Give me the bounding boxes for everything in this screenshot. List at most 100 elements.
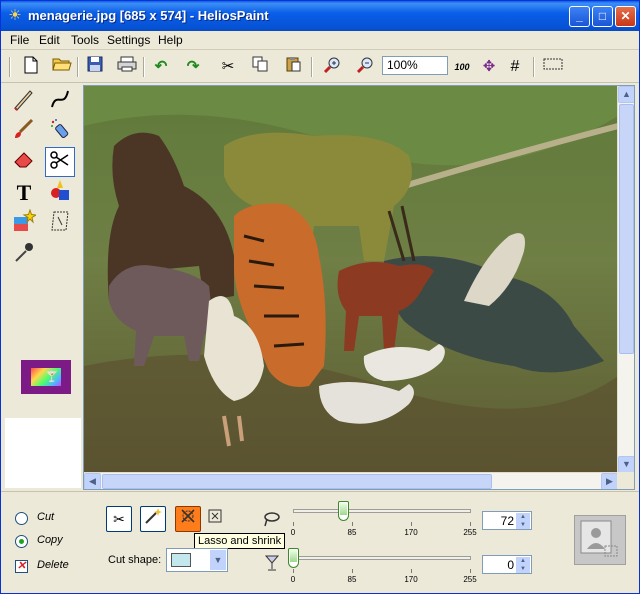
smoothing-value: 0 xyxy=(507,558,514,572)
fit-icon[interactable]: ✥ xyxy=(478,56,500,78)
menu-tools[interactable]: Tools xyxy=(71,33,99,47)
toolbar-separator xyxy=(77,57,79,77)
curve-icon[interactable] xyxy=(45,87,75,117)
spin-up-icon[interactable]: ▲ xyxy=(516,557,530,565)
smoothing-slider-thumb[interactable] xyxy=(288,548,299,568)
lasso-tolerance-icon xyxy=(263,510,281,528)
tick-label: 85 xyxy=(347,575,357,584)
tick-label: 255 xyxy=(463,575,477,584)
zoom-out-icon[interactable] xyxy=(354,56,376,78)
scroll-corner xyxy=(617,472,634,489)
image-canvas[interactable] xyxy=(84,86,618,473)
pencil-icon[interactable] xyxy=(9,87,39,117)
smoothing-spinner[interactable]: 0 ▲ ▼ xyxy=(482,555,532,574)
selection-rect-icon[interactable] xyxy=(542,56,564,78)
magic-wand-mode-button[interactable] xyxy=(140,506,166,532)
toolbar-grip xyxy=(9,57,11,77)
canvas-frame: ▲ ▼ ◀ ▶ xyxy=(83,85,635,490)
threshold-spinner[interactable]: 72 ▲ ▼ xyxy=(482,511,532,530)
text-icon[interactable]: T xyxy=(9,178,39,208)
delete-checkbox[interactable]: ✕ xyxy=(15,560,28,573)
scroll-down-icon[interactable]: ▼ xyxy=(618,456,634,473)
chevron-down-icon[interactable]: ▼ xyxy=(210,550,226,570)
scissors-mode-button[interactable]: ✂ xyxy=(106,506,132,532)
scroll-up-icon[interactable]: ▲ xyxy=(618,86,634,103)
opacity-glass-icon xyxy=(263,554,281,572)
color-picker-icon[interactable] xyxy=(9,240,39,270)
expand-selection-icon[interactable] xyxy=(204,506,226,532)
cut-shape-dropdown[interactable]: ▼ xyxy=(166,548,228,572)
toolbar: ↶ ↷ ✂ 100 ✥ # xyxy=(1,51,639,83)
toolbar-separator xyxy=(533,57,535,77)
cut-shape-swatch xyxy=(171,553,191,567)
copy-icon[interactable] xyxy=(249,56,271,78)
grid-icon[interactable]: # xyxy=(504,56,526,78)
tooltip: Lasso and shrink xyxy=(194,533,286,549)
menagerie-photo xyxy=(84,86,618,473)
vertical-scrollbar[interactable]: ▲ ▼ xyxy=(617,86,634,473)
selection-preview xyxy=(574,515,626,565)
delete-label: Delete xyxy=(37,559,69,571)
tick xyxy=(470,522,471,526)
scroll-right-icon[interactable]: ▶ xyxy=(601,473,618,489)
menu-file[interactable]: File xyxy=(10,33,29,47)
lasso-shrink-mode-button[interactable] xyxy=(175,506,201,532)
tick xyxy=(352,569,353,573)
title-bar[interactable]: ☀ menagerie.jpg [685 x 574] - HeliosPain… xyxy=(1,1,639,31)
smoothing-slider-track[interactable] xyxy=(293,556,471,560)
gradient-preview: 🍸 xyxy=(31,368,61,386)
horizontal-scrollbar[interactable]: ◀ ▶ xyxy=(84,472,618,489)
close-button[interactable]: ✕ xyxy=(615,6,636,27)
toolbar-separator xyxy=(143,57,145,77)
eraser-icon[interactable] xyxy=(9,147,39,177)
cut-icon[interactable]: ✂ xyxy=(217,56,239,78)
spin-down-icon[interactable]: ▼ xyxy=(516,521,530,529)
tool-options-panel: Cut Copy ✕ Delete ✂ 0 85 170 255 72 ▲ ▼ … xyxy=(1,491,639,593)
tick-label: 170 xyxy=(404,528,418,537)
transform-icon[interactable] xyxy=(45,209,75,239)
cut-radio[interactable] xyxy=(15,512,28,525)
copy-radio[interactable] xyxy=(15,535,28,548)
tick xyxy=(293,522,294,526)
scroll-left-icon[interactable]: ◀ xyxy=(84,473,101,489)
menu-settings[interactable]: Settings xyxy=(107,33,150,47)
copy-label: Copy xyxy=(37,534,63,546)
spin-down-icon[interactable]: ▼ xyxy=(516,565,530,573)
vertical-scroll-thumb[interactable] xyxy=(619,104,634,354)
shapes-icon[interactable] xyxy=(45,178,75,208)
app-sun-icon: ☀ xyxy=(8,7,22,24)
brush-icon[interactable] xyxy=(9,117,39,147)
spin-up-icon[interactable]: ▲ xyxy=(516,513,530,521)
spray-icon[interactable] xyxy=(45,117,75,147)
tick-label: 170 xyxy=(404,575,418,584)
lasso-cut-icon[interactable] xyxy=(45,147,75,177)
tick xyxy=(411,522,412,526)
print-icon[interactable] xyxy=(116,56,138,78)
menu-help[interactable]: Help xyxy=(158,33,183,47)
horizontal-scroll-thumb[interactable] xyxy=(102,474,492,489)
threshold-slider-track[interactable] xyxy=(293,509,471,513)
color-swatch[interactable]: 🍸 xyxy=(21,360,71,394)
save-icon[interactable] xyxy=(84,56,106,78)
paste-icon[interactable] xyxy=(282,56,304,78)
undo-icon[interactable]: ↶ xyxy=(150,56,172,78)
open-folder-icon[interactable] xyxy=(51,56,73,78)
maximize-button[interactable]: □ xyxy=(592,6,613,27)
minimize-button[interactable]: _ xyxy=(569,6,590,27)
zoom-in-icon[interactable] xyxy=(321,56,343,78)
menu-edit[interactable]: Edit xyxy=(39,33,60,47)
tick xyxy=(411,569,412,573)
threshold-slider-thumb[interactable] xyxy=(338,501,350,521)
tick-label: 0 xyxy=(290,575,296,584)
magic-fill-icon[interactable] xyxy=(9,208,39,239)
tick xyxy=(470,569,471,573)
zoom-input[interactable]: 100% xyxy=(382,56,448,75)
zoom-100-icon[interactable]: 100 xyxy=(451,56,473,78)
tick xyxy=(293,569,294,573)
cut-shape-label: Cut shape: xyxy=(108,554,162,566)
toolbar-separator xyxy=(311,57,313,77)
cut-label: Cut xyxy=(37,511,55,523)
new-file-icon[interactable] xyxy=(20,56,42,78)
tick-label: 255 xyxy=(463,528,477,537)
redo-icon[interactable]: ↷ xyxy=(182,56,204,78)
